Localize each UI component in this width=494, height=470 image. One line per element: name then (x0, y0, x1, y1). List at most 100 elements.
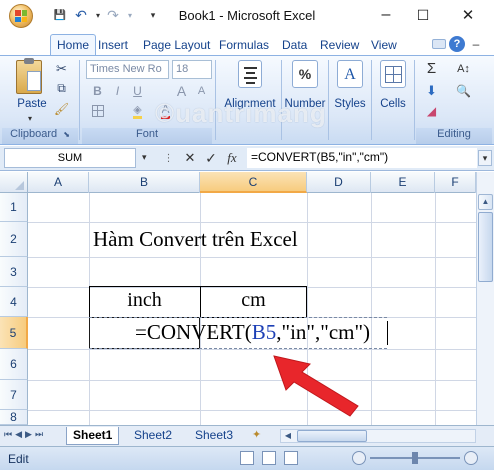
dialog-launcher-icon[interactable]: ⬊ (63, 130, 70, 139)
insert-sheet-icon[interactable]: ✦ (252, 428, 270, 444)
maximize-icon: ☐ (416, 6, 430, 23)
column-header-c[interactable]: C (200, 172, 307, 193)
tab-home[interactable]: Home (50, 34, 97, 56)
cell-b2[interactable]: Hàm Convert trên Excel (93, 227, 298, 252)
formula-input[interactable]: =CONVERT(B5,"in","cm") (247, 148, 477, 168)
sheet-tab-sheet2[interactable]: Sheet2 (128, 427, 178, 445)
horizontal-scrollbar[interactable]: ◀ (280, 429, 476, 443)
brush-icon: 🖌 (53, 101, 70, 116)
grow-font-button[interactable]: A (172, 82, 191, 99)
clear-button[interactable]: ◢ (422, 102, 441, 119)
font-color-button[interactable]: A (156, 102, 175, 119)
alignment-button[interactable]: Alignment (220, 58, 280, 126)
tab-page-layout[interactable]: Page Layout (137, 36, 216, 55)
close-icon: ✕ (461, 7, 475, 24)
close-button[interactable]: ✕ (454, 4, 482, 26)
column-header-b[interactable]: B (89, 172, 200, 193)
vertical-scrollbar[interactable]: ▲ (476, 193, 494, 425)
tab-view[interactable]: View (365, 36, 403, 55)
row-header-5[interactable]: 5 (0, 317, 28, 349)
formula-bar: SUM ▾ ⋮ ✕ ✓ fx =CONVERT(B5,"in","cm") ▾ (0, 146, 494, 171)
cell-c4[interactable]: cm (200, 289, 307, 312)
red-arrow-annotation (273, 355, 359, 417)
minimize-button[interactable]: – (372, 4, 400, 26)
ribbon-minimize-icon[interactable] (432, 39, 446, 49)
font-name-combo[interactable]: Times New Ro (86, 60, 169, 79)
cut-button[interactable]: ✂ (52, 60, 71, 77)
alignment-label: Alignment (224, 98, 276, 110)
tab-formulas[interactable]: Formulas (213, 36, 275, 55)
find-select-button[interactable]: 🔍 (454, 82, 473, 99)
cells-label: Cells (380, 98, 406, 110)
row-header-1[interactable]: 1 (0, 193, 28, 222)
sheet-tab-sheet3[interactable]: Sheet3 (189, 427, 239, 445)
eraser-icon: ◢ (426, 103, 437, 118)
tab-insert[interactable]: Insert (92, 36, 134, 55)
cell-b5-formula[interactable]: =CONVERT(B5,"in","cm") (135, 320, 370, 345)
column-headers: A B C D E F (0, 172, 494, 193)
name-box-dropdown[interactable]: ▾ (142, 152, 147, 163)
drag-handle-icon[interactable]: ⋮ (160, 150, 176, 166)
zoom-out-button[interactable] (352, 451, 366, 465)
sheet-tab-sheet1[interactable]: Sheet1 (66, 427, 120, 445)
expand-formula-bar-button[interactable]: ▾ (478, 150, 492, 166)
column-header-f[interactable]: F (435, 172, 476, 193)
cancel-formula-button[interactable]: ✕ (182, 150, 198, 166)
row-header-4[interactable]: 4 (0, 287, 28, 317)
shrink-font-button[interactable]: A (192, 82, 211, 99)
styles-button[interactable]: A Styles (330, 58, 370, 126)
cells-button[interactable]: Cells (373, 58, 413, 126)
number-button[interactable]: % Number (283, 58, 327, 126)
scroll-up-button[interactable]: ▲ (478, 194, 493, 210)
column-header-e[interactable]: E (371, 172, 435, 193)
group-divider (79, 60, 80, 140)
tab-data[interactable]: Data (276, 36, 313, 55)
select-all-button[interactable] (0, 172, 28, 193)
tab-review[interactable]: Review (314, 36, 365, 55)
font-size-combo[interactable]: 18 (172, 60, 212, 79)
borders-button[interactable] (88, 102, 107, 119)
hscroll-thumb[interactable] (297, 430, 367, 442)
underline-button[interactable]: U (128, 82, 147, 99)
name-box[interactable]: SUM (4, 148, 136, 168)
page-break-view-icon[interactable] (284, 451, 298, 465)
column-header-a[interactable]: A (28, 172, 89, 193)
fill-color-button[interactable]: ◈ (128, 102, 147, 119)
italic-button[interactable]: I (108, 82, 127, 99)
column-header-d[interactable]: D (307, 172, 371, 193)
sheet-nav-buttons[interactable]: ⏮◀▶⏭ (4, 429, 46, 440)
enter-formula-button[interactable]: ✓ (203, 150, 219, 166)
cells-icon (380, 60, 406, 88)
row-header-7[interactable]: 7 (0, 380, 28, 410)
binoculars-icon: 🔍 (456, 83, 471, 98)
cell-reference-b5: B5 (251, 320, 277, 344)
maximize-button[interactable]: ☐ (409, 4, 437, 26)
insert-function-button[interactable]: fx (224, 150, 240, 166)
copy-button[interactable]: ⧉ (52, 80, 71, 97)
zoom-slider-thumb[interactable] (412, 452, 418, 464)
scroll-thumb[interactable] (478, 212, 493, 282)
group-divider (371, 60, 372, 140)
autosum-button[interactable]: Σ (422, 60, 441, 77)
paste-button[interactable]: Paste ▾ (10, 58, 54, 123)
page-layout-view-icon[interactable] (262, 451, 276, 465)
cell-b4[interactable]: inch (89, 289, 200, 312)
help-button[interactable]: ? (449, 36, 465, 52)
sort-filter-button[interactable]: A↕ (454, 60, 473, 77)
group-divider (215, 60, 216, 140)
row-header-8[interactable]: 8 (0, 410, 28, 425)
row-header-2[interactable]: 2 (0, 222, 28, 257)
chevron-down-icon: ▾ (28, 114, 33, 123)
bold-button[interactable]: B (88, 82, 107, 99)
sort-icon: A↕ (457, 62, 470, 75)
split-box[interactable] (476, 172, 494, 193)
sheet-tab-bar: ⏮◀▶⏭ Sheet1 Sheet2 Sheet3 ✦ ◀ (0, 425, 494, 446)
row-header-3[interactable]: 3 (0, 257, 28, 287)
scroll-left-button[interactable]: ◀ (281, 430, 295, 442)
format-painter-button[interactable]: 🖌 (52, 100, 71, 117)
fill-button[interactable]: ⬇ (422, 82, 441, 99)
row-header-6[interactable]: 6 (0, 349, 28, 380)
zoom-in-button[interactable] (464, 451, 478, 465)
workbook-minimize-button[interactable]: – (468, 37, 484, 51)
normal-view-icon[interactable] (240, 451, 254, 465)
